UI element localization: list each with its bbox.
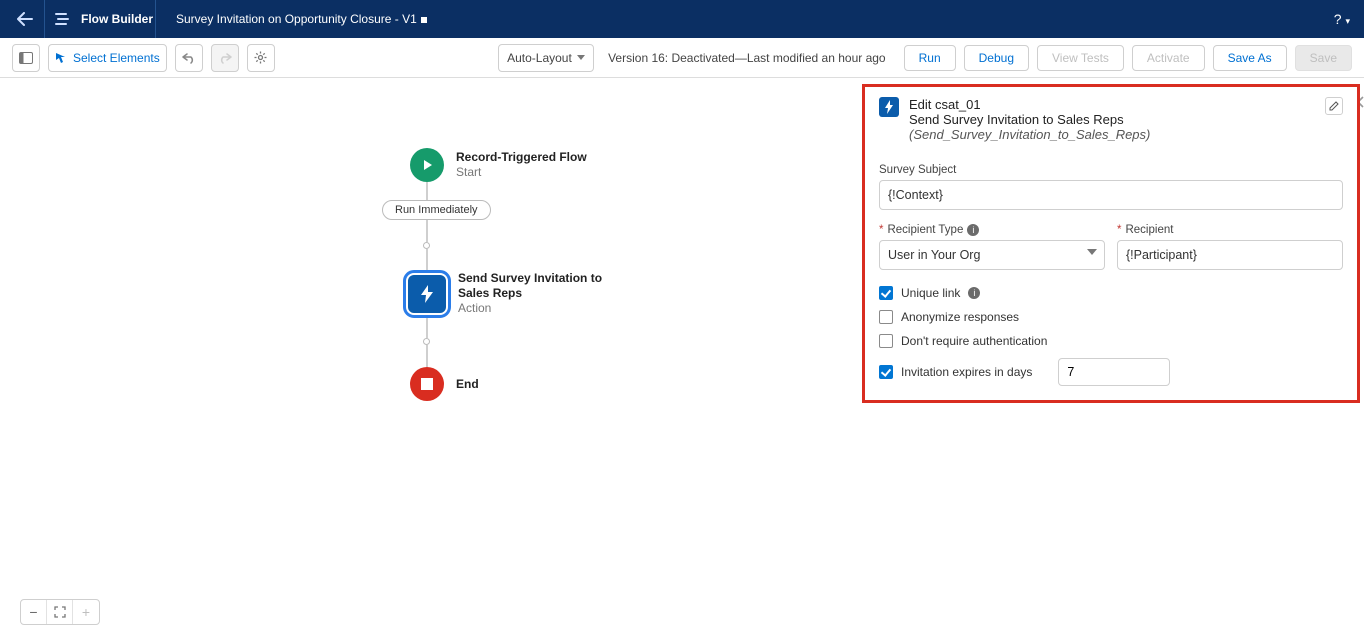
flow-name[interactable]: Survey Invitation on Opportunity Closure… [176, 12, 427, 26]
back-button[interactable] [8, 5, 42, 33]
version-text: Version 16: Deactivated—Last modified an… [608, 51, 886, 65]
debug-button[interactable]: Debug [964, 45, 1029, 71]
action-subtitle: Action [458, 301, 628, 316]
zoom-in-button: + [73, 600, 99, 624]
add-connector[interactable] [423, 242, 430, 249]
play-icon [410, 148, 444, 182]
divider [155, 0, 156, 38]
action-title: Send Survey Invitation to Sales Reps [458, 271, 628, 301]
recipient-label: *Recipient [1117, 224, 1343, 236]
info-icon[interactable]: i [968, 287, 980, 299]
redo-button [211, 44, 239, 72]
flow-builder-icon [51, 8, 73, 30]
run-button[interactable]: Run [904, 45, 956, 71]
toggle-panel-button[interactable] [12, 44, 40, 72]
anonymize-checkbox[interactable] [879, 310, 893, 324]
add-connector[interactable] [423, 338, 430, 345]
activate-button: Activate [1132, 45, 1205, 71]
start-title: Record-Triggered Flow [456, 150, 587, 165]
property-panel: Edit csat_01 Send Survey Invitation to S… [862, 84, 1360, 403]
view-tests-button: View Tests [1037, 45, 1124, 71]
expires-label: Invitation expires in days [901, 365, 1032, 379]
divider [44, 0, 45, 38]
anonymize-label: Anonymize responses [901, 310, 1019, 324]
start-subtitle: Start [456, 165, 587, 180]
survey-subject-input[interactable] [879, 180, 1343, 210]
unique-link-checkbox[interactable] [879, 286, 893, 300]
save-as-button[interactable]: Save As [1213, 45, 1287, 71]
undo-button[interactable] [175, 44, 203, 72]
run-immediately-pill[interactable]: Run Immediately [382, 200, 491, 220]
no-auth-label: Don't require authentication [901, 334, 1047, 348]
no-auth-checkbox[interactable] [879, 334, 893, 348]
flow-canvas[interactable]: Record-Triggered Flow Start Run Immediat… [0, 78, 1364, 639]
action-node[interactable]: Send Survey Invitation to Sales Reps Act… [408, 271, 670, 316]
save-button: Save [1295, 45, 1352, 71]
stop-icon [410, 367, 444, 401]
recipient-type-label: *Recipient Type i [879, 224, 1105, 236]
recipient-input[interactable] [1117, 240, 1343, 270]
end-label: End [456, 377, 479, 392]
zoom-fit-button[interactable] [47, 600, 73, 624]
app-title: Flow Builder [81, 12, 153, 26]
settings-button[interactable] [247, 44, 275, 72]
flow-diagram: Record-Triggered Flow Start Run Immediat… [410, 148, 670, 401]
expires-days-input[interactable] [1058, 358, 1170, 386]
panel-title: Edit csat_01 [909, 97, 1315, 112]
bolt-icon [408, 275, 446, 313]
unique-link-label: Unique link [901, 286, 960, 300]
zoom-out-button[interactable]: − [21, 600, 47, 624]
layout-mode-select[interactable]: Auto-Layout [498, 44, 594, 72]
recipient-type-select[interactable] [879, 240, 1105, 270]
zoom-controls: − + [20, 599, 100, 625]
help-button[interactable]: ? ▾ [1328, 7, 1356, 31]
panel-subtitle: Send Survey Invitation to Sales Reps (Se… [909, 112, 1315, 142]
select-elements-button[interactable]: Select Elements [48, 44, 167, 72]
expires-checkbox[interactable] [879, 365, 893, 379]
bolt-icon [879, 97, 899, 117]
start-node[interactable]: Record-Triggered Flow Start [410, 148, 670, 182]
toolbar: Select Elements Auto-Layout Version 16: … [0, 38, 1364, 78]
survey-subject-label: Survey Subject [879, 164, 1343, 176]
end-node[interactable]: End [410, 367, 670, 401]
edit-label-button[interactable] [1325, 97, 1343, 115]
info-icon[interactable]: i [967, 224, 979, 236]
app-header: Flow Builder Survey Invitation on Opport… [0, 0, 1364, 38]
